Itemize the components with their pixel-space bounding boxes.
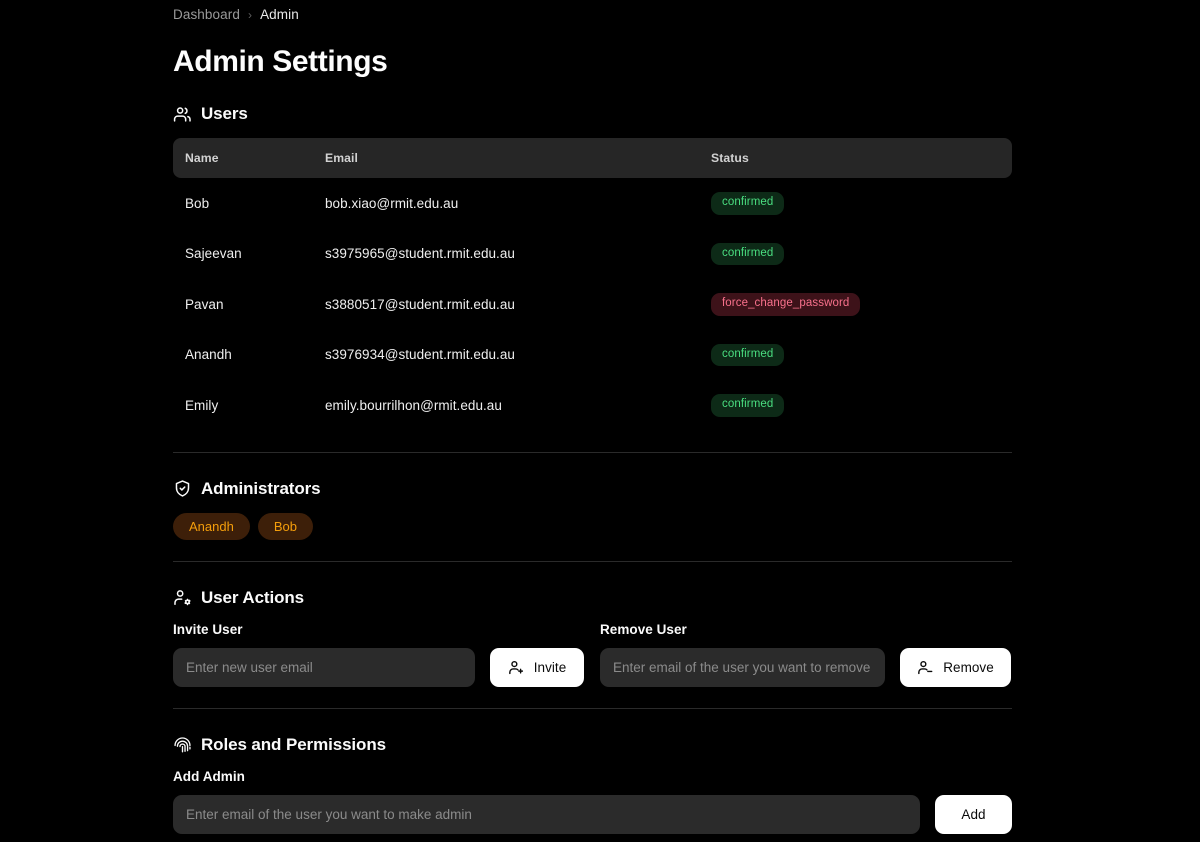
user-actions-fields: Invite User Invite (173, 622, 1012, 687)
table-row: Emily emily.bourrilhon@rmit.edu.au confi… (173, 380, 1012, 431)
breadcrumb: Dashboard › Admin (173, 0, 1012, 22)
breadcrumb-current: Admin (260, 7, 299, 22)
cell-status: confirmed (711, 380, 1012, 431)
fingerprint-icon (173, 735, 192, 754)
shield-check-icon (173, 479, 192, 498)
administrators-section-title: Administrators (201, 478, 321, 498)
add-admin-input[interactable] (173, 794, 920, 834)
add-admin-label: Add Admin (173, 768, 245, 784)
user-cog-icon (173, 588, 192, 607)
cell-name: Emily (185, 397, 219, 413)
cell-email: s3976934@student.rmit.edu.au (325, 347, 515, 363)
invite-button[interactable]: Invite (490, 647, 584, 687)
admin-chip[interactable]: Bob (257, 512, 313, 540)
administrators-section-header: Administrators (173, 479, 1012, 499)
table-row: Sajeevan s3975965@student.rmit.edu.au co… (173, 229, 1012, 280)
cell-email: s3975965@student.rmit.edu.au (325, 246, 515, 262)
cell-name: Bob (185, 195, 210, 211)
remove-email-input[interactable] (600, 647, 885, 687)
users-table: Name Email Status Bob bob.xiao@rmit.edu.… (173, 138, 1012, 431)
table-row: Bob bob.xiao@rmit.edu.au confirmed (173, 178, 1012, 229)
cell-name: Anandh (185, 347, 232, 363)
cell-email: s3880517@student.rmit.edu.au (325, 296, 515, 312)
status-badge: confirmed (711, 394, 785, 417)
add-admin-row: Add (173, 794, 1012, 834)
column-header-name: Name (173, 138, 325, 178)
column-header-email: Email (325, 138, 711, 178)
user-minus-icon (917, 659, 934, 676)
table-row: Pavan s3880517@student.rmit.edu.au force… (173, 279, 1012, 330)
table-row: Anandh s3976934@student.rmit.edu.au conf… (173, 330, 1012, 381)
user-actions-section-title: User Actions (201, 587, 305, 607)
user-actions-section-header: User Actions (173, 588, 1012, 608)
cell-status: confirmed (711, 229, 1012, 280)
user-plus-icon (508, 659, 525, 676)
cell-name: Sajeevan (185, 246, 242, 262)
chevron-right-icon: › (247, 7, 253, 22)
remove-user-group: Remove User Remove (592, 622, 1011, 687)
section-divider (173, 707, 1012, 709)
invite-user-row: Invite (173, 647, 592, 687)
cell-name: Pavan (185, 296, 224, 312)
cell-email: bob.xiao@rmit.edu.au (325, 195, 459, 211)
invite-user-group: Invite User Invite (173, 622, 592, 687)
cell-status: force_change_password (711, 279, 1012, 330)
page-title: Admin Settings (173, 45, 388, 78)
remove-user-row: Remove (600, 647, 1011, 687)
table-header-row: Name Email Status (173, 138, 1012, 178)
add-admin-group: Add Admin Add (173, 769, 1012, 834)
users-section-header: Users (173, 104, 1012, 124)
column-header-status: Status (711, 138, 1012, 178)
users-icon (173, 105, 192, 124)
section-divider (173, 451, 1012, 453)
invite-button-label: Invite (533, 659, 567, 675)
status-badge: confirmed (711, 242, 785, 265)
page-content: Dashboard › Admin Admin Settings Users N… (173, 0, 1012, 842)
roles-section-title: Roles and Permissions (201, 734, 386, 754)
cell-status: confirmed (711, 330, 1012, 381)
remove-user-button-label: Remove (943, 659, 994, 675)
admin-chip[interactable]: Anandh (173, 512, 250, 540)
users-section-title: Users (201, 104, 248, 123)
add-admin-button[interactable]: Add (935, 794, 1012, 834)
remove-user-button[interactable]: Remove (900, 647, 1011, 687)
cell-status: confirmed (711, 178, 1012, 229)
remove-user-label: Remove User (600, 621, 687, 637)
status-badge: confirmed (711, 192, 785, 215)
admin-settings-page: Dashboard › Admin Admin Settings Users N… (0, 0, 1200, 842)
status-badge: confirmed (711, 343, 785, 366)
roles-section-header: Roles and Permissions (173, 735, 1012, 755)
users-table-body: Bob bob.xiao@rmit.edu.au confirmed Sajee… (173, 178, 1012, 431)
users-table-header: Name Email Status (173, 138, 1012, 178)
section-divider (173, 560, 1012, 562)
administrators-chip-list: Anandh Bob (173, 512, 1012, 540)
status-badge: force_change_password (711, 293, 861, 316)
breadcrumb-dashboard-link[interactable]: Dashboard (173, 7, 240, 22)
invite-user-label: Invite User (173, 621, 243, 637)
invite-email-input[interactable] (173, 647, 475, 687)
cell-email: emily.bourrilhon@rmit.edu.au (325, 397, 502, 413)
